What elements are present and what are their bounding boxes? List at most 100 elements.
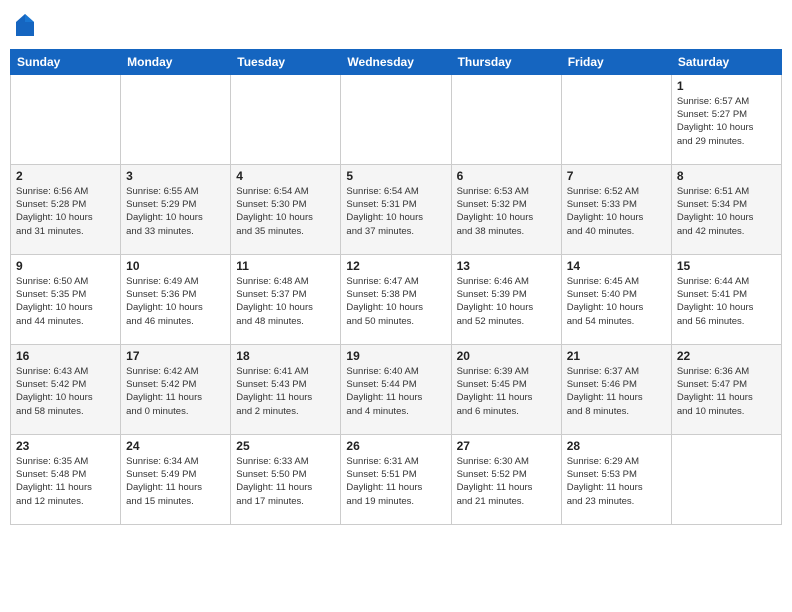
calendar-cell bbox=[121, 74, 231, 164]
day-info: Sunrise: 6:53 AM Sunset: 5:32 PM Dayligh… bbox=[457, 185, 556, 238]
day-number: 17 bbox=[126, 349, 225, 363]
calendar-cell: 28 Sunrise: 6:29 AM Sunset: 5:53 PM Dayli… bbox=[561, 434, 671, 524]
day-info: Sunrise: 6:57 AM Sunset: 5:27 PM Dayligh… bbox=[677, 95, 776, 148]
calendar-cell: 5 Sunrise: 6:54 AM Sunset: 5:31 PM Daylig… bbox=[341, 164, 451, 254]
day-number: 28 bbox=[567, 439, 666, 453]
weekday-header-wednesday: Wednesday bbox=[341, 49, 451, 74]
day-number: 12 bbox=[346, 259, 445, 273]
calendar-table: SundayMondayTuesdayWednesdayThursdayFrid… bbox=[10, 49, 782, 525]
day-info: Sunrise: 6:45 AM Sunset: 5:40 PM Dayligh… bbox=[567, 275, 666, 328]
day-number: 16 bbox=[16, 349, 115, 363]
calendar-cell: 13 Sunrise: 6:46 AM Sunset: 5:39 PM Dayli… bbox=[451, 254, 561, 344]
weekday-header-sunday: Sunday bbox=[11, 49, 121, 74]
weekday-header-row: SundayMondayTuesdayWednesdayThursdayFrid… bbox=[11, 49, 782, 74]
day-info: Sunrise: 6:43 AM Sunset: 5:42 PM Dayligh… bbox=[16, 365, 115, 418]
day-info: Sunrise: 6:44 AM Sunset: 5:41 PM Dayligh… bbox=[677, 275, 776, 328]
day-number: 14 bbox=[567, 259, 666, 273]
day-info: Sunrise: 6:39 AM Sunset: 5:45 PM Dayligh… bbox=[457, 365, 556, 418]
day-info: Sunrise: 6:46 AM Sunset: 5:39 PM Dayligh… bbox=[457, 275, 556, 328]
weekday-header-saturday: Saturday bbox=[671, 49, 781, 74]
day-info: Sunrise: 6:52 AM Sunset: 5:33 PM Dayligh… bbox=[567, 185, 666, 238]
day-number: 3 bbox=[126, 169, 225, 183]
calendar-cell: 17 Sunrise: 6:42 AM Sunset: 5:42 PM Dayli… bbox=[121, 344, 231, 434]
day-info: Sunrise: 6:40 AM Sunset: 5:44 PM Dayligh… bbox=[346, 365, 445, 418]
calendar-cell: 6 Sunrise: 6:53 AM Sunset: 5:32 PM Daylig… bbox=[451, 164, 561, 254]
day-info: Sunrise: 6:50 AM Sunset: 5:35 PM Dayligh… bbox=[16, 275, 115, 328]
calendar-cell: 7 Sunrise: 6:52 AM Sunset: 5:33 PM Daylig… bbox=[561, 164, 671, 254]
calendar-cell bbox=[561, 74, 671, 164]
day-info: Sunrise: 6:48 AM Sunset: 5:37 PM Dayligh… bbox=[236, 275, 335, 328]
calendar-cell: 21 Sunrise: 6:37 AM Sunset: 5:46 PM Dayli… bbox=[561, 344, 671, 434]
calendar-week-1: 1 Sunrise: 6:57 AM Sunset: 5:27 PM Daylig… bbox=[11, 74, 782, 164]
day-number: 6 bbox=[457, 169, 556, 183]
day-number: 26 bbox=[346, 439, 445, 453]
calendar-cell: 14 Sunrise: 6:45 AM Sunset: 5:40 PM Dayli… bbox=[561, 254, 671, 344]
calendar-week-4: 16 Sunrise: 6:43 AM Sunset: 5:42 PM Dayli… bbox=[11, 344, 782, 434]
calendar-cell: 16 Sunrise: 6:43 AM Sunset: 5:42 PM Dayli… bbox=[11, 344, 121, 434]
calendar-cell: 18 Sunrise: 6:41 AM Sunset: 5:43 PM Dayli… bbox=[231, 344, 341, 434]
day-info: Sunrise: 6:36 AM Sunset: 5:47 PM Dayligh… bbox=[677, 365, 776, 418]
weekday-header-tuesday: Tuesday bbox=[231, 49, 341, 74]
day-info: Sunrise: 6:54 AM Sunset: 5:30 PM Dayligh… bbox=[236, 185, 335, 238]
calendar-cell: 27 Sunrise: 6:30 AM Sunset: 5:52 PM Dayli… bbox=[451, 434, 561, 524]
day-number: 19 bbox=[346, 349, 445, 363]
logo bbox=[14, 14, 34, 41]
weekday-header-thursday: Thursday bbox=[451, 49, 561, 74]
calendar-week-3: 9Sunrise: 6:50 AM Sunset: 5:35 PM Daylig… bbox=[11, 254, 782, 344]
day-number: 25 bbox=[236, 439, 335, 453]
calendar-cell: 22 Sunrise: 6:36 AM Sunset: 5:47 PM Dayli… bbox=[671, 344, 781, 434]
day-number: 24 bbox=[126, 439, 225, 453]
day-number: 21 bbox=[567, 349, 666, 363]
calendar-cell: 11 Sunrise: 6:48 AM Sunset: 5:37 PM Dayli… bbox=[231, 254, 341, 344]
calendar-cell bbox=[451, 74, 561, 164]
calendar-week-5: 23 Sunrise: 6:35 AM Sunset: 5:48 PM Dayli… bbox=[11, 434, 782, 524]
calendar-cell bbox=[231, 74, 341, 164]
day-info: Sunrise: 6:34 AM Sunset: 5:49 PM Dayligh… bbox=[126, 455, 225, 508]
day-number: 18 bbox=[236, 349, 335, 363]
calendar-cell bbox=[341, 74, 451, 164]
logo-icon bbox=[16, 14, 34, 36]
weekday-header-friday: Friday bbox=[561, 49, 671, 74]
day-number: 22 bbox=[677, 349, 776, 363]
calendar-cell: 24 Sunrise: 6:34 AM Sunset: 5:49 PM Dayli… bbox=[121, 434, 231, 524]
calendar-cell: 12 Sunrise: 6:47 AM Sunset: 5:38 PM Dayli… bbox=[341, 254, 451, 344]
day-info: Sunrise: 6:55 AM Sunset: 5:29 PM Dayligh… bbox=[126, 185, 225, 238]
calendar-cell: 2 Sunrise: 6:56 AM Sunset: 5:28 PM Daylig… bbox=[11, 164, 121, 254]
day-number: 2 bbox=[16, 169, 115, 183]
weekday-header-monday: Monday bbox=[121, 49, 231, 74]
day-info: Sunrise: 6:31 AM Sunset: 5:51 PM Dayligh… bbox=[346, 455, 445, 508]
day-number: 8 bbox=[677, 169, 776, 183]
calendar-cell: 10Sunrise: 6:49 AM Sunset: 5:36 PM Dayli… bbox=[121, 254, 231, 344]
calendar-cell: 15 Sunrise: 6:44 AM Sunset: 5:41 PM Dayli… bbox=[671, 254, 781, 344]
calendar-cell bbox=[671, 434, 781, 524]
day-info: Sunrise: 6:54 AM Sunset: 5:31 PM Dayligh… bbox=[346, 185, 445, 238]
day-info: Sunrise: 6:47 AM Sunset: 5:38 PM Dayligh… bbox=[346, 275, 445, 328]
day-number: 23 bbox=[16, 439, 115, 453]
day-info: Sunrise: 6:30 AM Sunset: 5:52 PM Dayligh… bbox=[457, 455, 556, 508]
day-info: Sunrise: 6:35 AM Sunset: 5:48 PM Dayligh… bbox=[16, 455, 115, 508]
day-number: 4 bbox=[236, 169, 335, 183]
calendar-cell: 3 Sunrise: 6:55 AM Sunset: 5:29 PM Daylig… bbox=[121, 164, 231, 254]
day-number: 5 bbox=[346, 169, 445, 183]
day-info: Sunrise: 6:42 AM Sunset: 5:42 PM Dayligh… bbox=[126, 365, 225, 418]
day-number: 7 bbox=[567, 169, 666, 183]
day-info: Sunrise: 6:41 AM Sunset: 5:43 PM Dayligh… bbox=[236, 365, 335, 418]
day-number: 11 bbox=[236, 259, 335, 273]
day-number: 27 bbox=[457, 439, 556, 453]
day-info: Sunrise: 6:37 AM Sunset: 5:46 PM Dayligh… bbox=[567, 365, 666, 418]
day-number: 10 bbox=[126, 259, 225, 273]
calendar-cell: 9Sunrise: 6:50 AM Sunset: 5:35 PM Daylig… bbox=[11, 254, 121, 344]
calendar-week-2: 2 Sunrise: 6:56 AM Sunset: 5:28 PM Daylig… bbox=[11, 164, 782, 254]
calendar-cell: 4 Sunrise: 6:54 AM Sunset: 5:30 PM Daylig… bbox=[231, 164, 341, 254]
calendar-cell: 19 Sunrise: 6:40 AM Sunset: 5:44 PM Dayli… bbox=[341, 344, 451, 434]
page-header bbox=[10, 10, 782, 41]
day-number: 20 bbox=[457, 349, 556, 363]
calendar-cell: 26 Sunrise: 6:31 AM Sunset: 5:51 PM Dayli… bbox=[341, 434, 451, 524]
calendar-cell: 25Sunrise: 6:33 AM Sunset: 5:50 PM Dayli… bbox=[231, 434, 341, 524]
day-number: 1 bbox=[677, 79, 776, 93]
calendar-cell: 8Sunrise: 6:51 AM Sunset: 5:34 PM Daylig… bbox=[671, 164, 781, 254]
day-info: Sunrise: 6:29 AM Sunset: 5:53 PM Dayligh… bbox=[567, 455, 666, 508]
day-number: 13 bbox=[457, 259, 556, 273]
day-info: Sunrise: 6:56 AM Sunset: 5:28 PM Dayligh… bbox=[16, 185, 115, 238]
day-number: 15 bbox=[677, 259, 776, 273]
